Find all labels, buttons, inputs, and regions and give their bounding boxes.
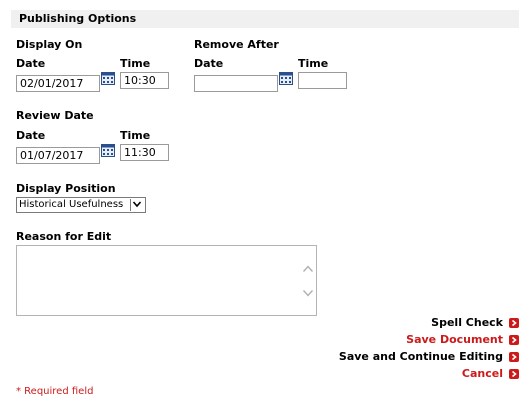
display-on-label: Display On bbox=[16, 38, 83, 51]
reason-label: Reason for Edit bbox=[16, 230, 112, 243]
calendar-icon[interactable] bbox=[101, 72, 115, 85]
section-header: Publishing Options bbox=[11, 10, 519, 28]
cancel-label: Cancel bbox=[461, 367, 503, 380]
remove-after-date-input[interactable] bbox=[194, 75, 278, 92]
display-on-time-label: Time bbox=[120, 57, 151, 70]
remove-after-label: Remove After bbox=[194, 38, 279, 51]
review-date-time-label: Time bbox=[120, 129, 151, 142]
required-field-note: * Required field bbox=[16, 386, 94, 397]
display-on-date-label: Date bbox=[16, 57, 46, 70]
save-continue-label: Save and Continue Editing bbox=[338, 350, 503, 363]
display-position-value: Historical Usefulness bbox=[19, 199, 124, 210]
cancel-button[interactable]: Cancel bbox=[462, 367, 519, 380]
reason-textarea[interactable] bbox=[16, 245, 317, 316]
arrow-right-icon bbox=[509, 351, 519, 362]
save-document-button[interactable]: Save Document bbox=[406, 333, 519, 346]
display-position-select[interactable]: Historical Usefulness bbox=[16, 197, 146, 213]
arrow-right-icon bbox=[509, 368, 519, 379]
scroll-up-icon[interactable] bbox=[302, 264, 314, 274]
spell-check-label: Spell Check bbox=[431, 316, 503, 329]
review-date-label: Review Date bbox=[16, 109, 94, 122]
remove-after-time-input[interactable] bbox=[298, 72, 347, 89]
remove-after-date-label: Date bbox=[194, 57, 224, 70]
save-document-label: Save Document bbox=[406, 333, 503, 346]
arrow-right-icon bbox=[509, 317, 519, 328]
remove-after-time-label: Time bbox=[298, 57, 329, 70]
review-date-date-label: Date bbox=[16, 129, 46, 142]
scroll-down-icon[interactable] bbox=[302, 288, 314, 298]
chevron-down-icon[interactable] bbox=[130, 199, 144, 211]
calendar-icon[interactable] bbox=[279, 72, 293, 85]
spell-check-button[interactable]: Spell Check bbox=[431, 316, 519, 329]
save-continue-button[interactable]: Save and Continue Editing bbox=[339, 350, 519, 363]
calendar-icon[interactable] bbox=[101, 144, 115, 157]
display-on-time-input[interactable]: 10:30 bbox=[120, 72, 169, 89]
display-position-label: Display Position bbox=[16, 182, 116, 195]
arrow-right-icon bbox=[509, 334, 519, 345]
review-date-input[interactable]: 01/07/2017 bbox=[16, 147, 100, 164]
review-time-input[interactable]: 11:30 bbox=[120, 144, 169, 161]
display-on-date-input[interactable]: 02/01/2017 bbox=[16, 75, 100, 92]
